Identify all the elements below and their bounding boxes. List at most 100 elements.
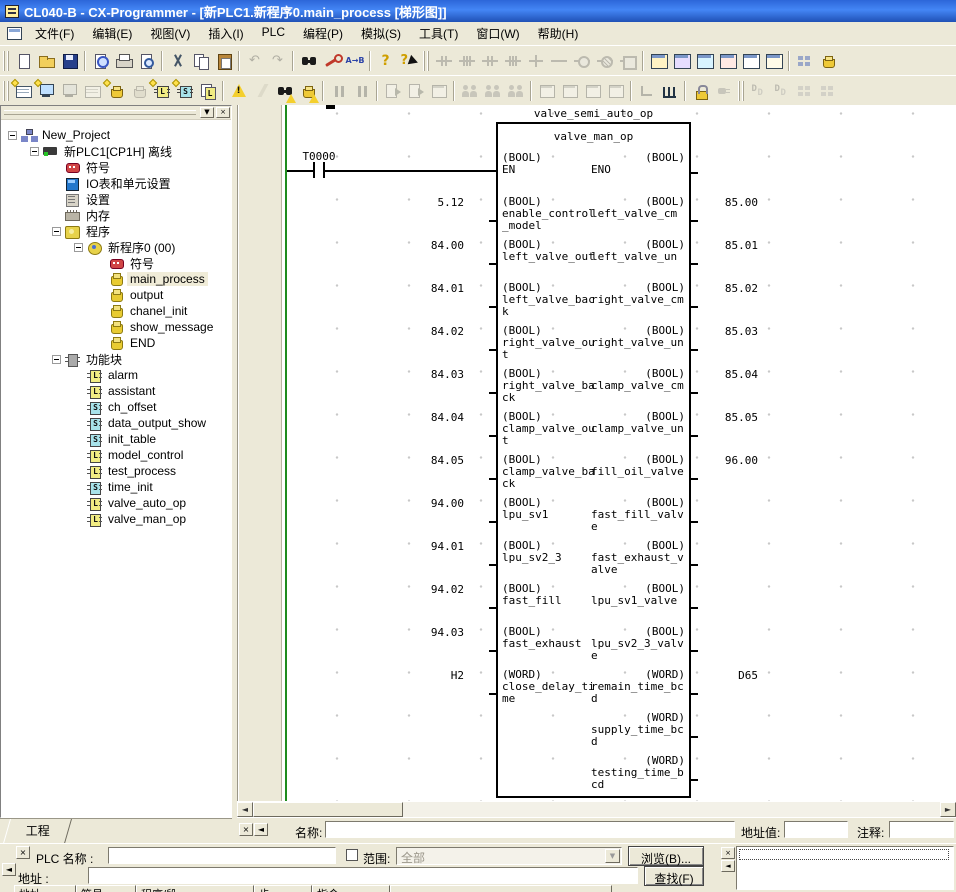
open-project-button[interactable] xyxy=(35,50,58,72)
menu-item-0[interactable]: 文件(F) xyxy=(26,22,83,45)
operand-bar-prev-button[interactable]: ◄ xyxy=(254,823,268,836)
toolbar-grip[interactable] xyxy=(3,81,9,101)
help-button[interactable]: ? xyxy=(374,50,397,72)
copy-button[interactable] xyxy=(189,50,212,72)
output-address-D65[interactable]: D65 xyxy=(700,669,758,682)
watch-prev-button[interactable]: ◄ xyxy=(721,860,735,872)
panel-collapse-button[interactable]: ▼ xyxy=(200,107,214,118)
print-preview-button[interactable] xyxy=(135,50,158,72)
tree-item-test_process[interactable]: test_process xyxy=(2,463,230,479)
tree-item-data_output_show[interactable]: data_output_show xyxy=(2,415,230,431)
menu-item-3[interactable]: 插入(I) xyxy=(199,22,252,45)
input-address-5.12[interactable]: 5.12 xyxy=(378,196,464,209)
transfer-from-plc-button[interactable] xyxy=(404,80,427,102)
tree-item-show_message[interactable]: show_message xyxy=(2,319,230,335)
input-address-94.01[interactable]: 94.01 xyxy=(378,540,464,553)
pause-with-trigger-button[interactable] xyxy=(350,80,373,102)
scroll-track[interactable] xyxy=(403,802,940,817)
result-column-6[interactable] xyxy=(390,885,612,892)
tree-item-alarm[interactable]: alarm xyxy=(2,367,230,383)
fb-instance-name[interactable]: valve_semi_auto_op xyxy=(496,107,691,120)
tab-project[interactable]: 工程 xyxy=(3,819,72,844)
menu-item-4[interactable]: PLC xyxy=(253,22,294,45)
monitor-freeze-button[interactable] xyxy=(604,80,627,102)
insert-section-button[interactable] xyxy=(127,80,150,102)
find-panel-prev-button[interactable]: ◄ xyxy=(2,863,16,876)
new-horizontal-line-button[interactable] xyxy=(547,50,570,72)
print-button[interactable] xyxy=(112,50,135,72)
tree-item--[interactable]: 符号 xyxy=(2,255,230,271)
tree-expander-icon[interactable] xyxy=(52,227,61,236)
input-address-H2[interactable]: H2 xyxy=(378,669,464,682)
output-address-85.01[interactable]: 85.01 xyxy=(700,239,758,252)
input-address-94.02[interactable]: 94.02 xyxy=(378,583,464,596)
tree-item--0-00-[interactable]: 新程序0 (00) xyxy=(2,239,230,255)
tree-item-model_control[interactable]: model_control xyxy=(2,447,230,463)
dropdown-arrow-icon[interactable]: ▼ xyxy=(605,849,620,863)
panel-close-button[interactable]: × xyxy=(216,107,230,118)
watch-list[interactable] xyxy=(736,846,954,890)
tree-item--[interactable]: 内存 xyxy=(2,207,230,223)
compile-program-button[interactable] xyxy=(89,50,112,72)
tree-item-init_table[interactable]: init_table xyxy=(2,431,230,447)
io-table-button[interactable] xyxy=(81,80,104,102)
scroll-left-button[interactable]: ◄ xyxy=(237,802,253,817)
differential-monitor-button[interactable] xyxy=(635,80,658,102)
tree-item--[interactable]: 程序 xyxy=(2,223,230,239)
watch-window-button[interactable] xyxy=(693,50,716,72)
menu-item-8[interactable]: 窗口(W) xyxy=(467,22,528,45)
find-report-button[interactable] xyxy=(273,80,296,102)
trace-settings-button[interactable] xyxy=(793,80,816,102)
online-edit-send-button[interactable] xyxy=(481,80,504,102)
find-button[interactable]: 查找(F) xyxy=(644,866,704,886)
set-protection-button[interactable] xyxy=(689,80,712,102)
horizontal-scrollbar[interactable]: ◄ ► xyxy=(237,801,956,817)
data-trace-button[interactable] xyxy=(747,80,770,102)
find-panel-close-button[interactable]: × xyxy=(16,846,30,859)
monitor-hex-button[interactable] xyxy=(581,80,604,102)
replace-button[interactable] xyxy=(320,50,343,72)
output-address-85.03[interactable]: 85.03 xyxy=(700,325,758,338)
output-window-button[interactable] xyxy=(739,50,762,72)
cross-reference-window-button[interactable] xyxy=(716,50,739,72)
function-block-instance-button[interactable] xyxy=(196,80,219,102)
menu-item-7[interactable]: 工具(T) xyxy=(410,22,467,45)
change-all-button[interactable] xyxy=(343,50,366,72)
plc-monitor-button[interactable] xyxy=(58,80,81,102)
compare-with-plc-button[interactable] xyxy=(427,80,450,102)
tree-item-valve_man_op[interactable]: valve_man_op xyxy=(2,511,230,527)
monitor-all-button[interactable] xyxy=(558,80,581,102)
watch-close-button[interactable]: × xyxy=(721,847,735,859)
redo-button[interactable]: ↷ xyxy=(266,50,289,72)
tree-expander-icon[interactable] xyxy=(8,131,17,140)
online-work-toggle-button[interactable] xyxy=(250,80,273,102)
find-button[interactable] xyxy=(297,50,320,72)
tree-item-main_process[interactable]: main_process xyxy=(2,271,230,287)
output-address-96.00[interactable]: 96.00 xyxy=(700,454,758,467)
scroll-thumb[interactable] xyxy=(253,802,403,817)
result-column-3[interactable]: 程序/段 xyxy=(136,885,254,892)
online-edit-begin-button[interactable] xyxy=(458,80,481,102)
auto-online-button[interactable] xyxy=(712,80,735,102)
address-value-field[interactable] xyxy=(784,821,848,838)
tree-item-chanel_init[interactable]: chanel_init xyxy=(2,303,230,319)
panel-grip[interactable] xyxy=(4,110,196,115)
show-diagram-window-button[interactable] xyxy=(647,50,670,72)
ladder-canvas[interactable]: T0000 valve_semi_auto_op valve_man_op (B… xyxy=(237,105,956,801)
new-closed-contact-button[interactable] xyxy=(455,50,478,72)
operand-bar-close-button[interactable]: × xyxy=(239,823,253,836)
input-address-84.02[interactable]: 84.02 xyxy=(378,325,464,338)
io-comment-view-button[interactable] xyxy=(816,50,839,72)
result-column-5[interactable]: 指令 xyxy=(312,885,390,892)
output-address-85.05[interactable]: 85.05 xyxy=(700,411,758,424)
result-column-2[interactable]: 符号 xyxy=(76,885,136,892)
tree-item-end[interactable]: END xyxy=(2,335,230,351)
new-program-button[interactable] xyxy=(104,80,127,102)
input-address-94.03[interactable]: 94.03 xyxy=(378,626,464,639)
cross-reference-report-button[interactable] xyxy=(793,50,816,72)
scope-dropdown[interactable]: 全部 ▼ xyxy=(396,847,622,865)
menu-item-6[interactable]: 模拟(S) xyxy=(352,22,410,45)
input-address-84.03[interactable]: 84.03 xyxy=(378,368,464,381)
new-instruction-button[interactable] xyxy=(616,50,639,72)
new-contact-button[interactable] xyxy=(432,50,455,72)
